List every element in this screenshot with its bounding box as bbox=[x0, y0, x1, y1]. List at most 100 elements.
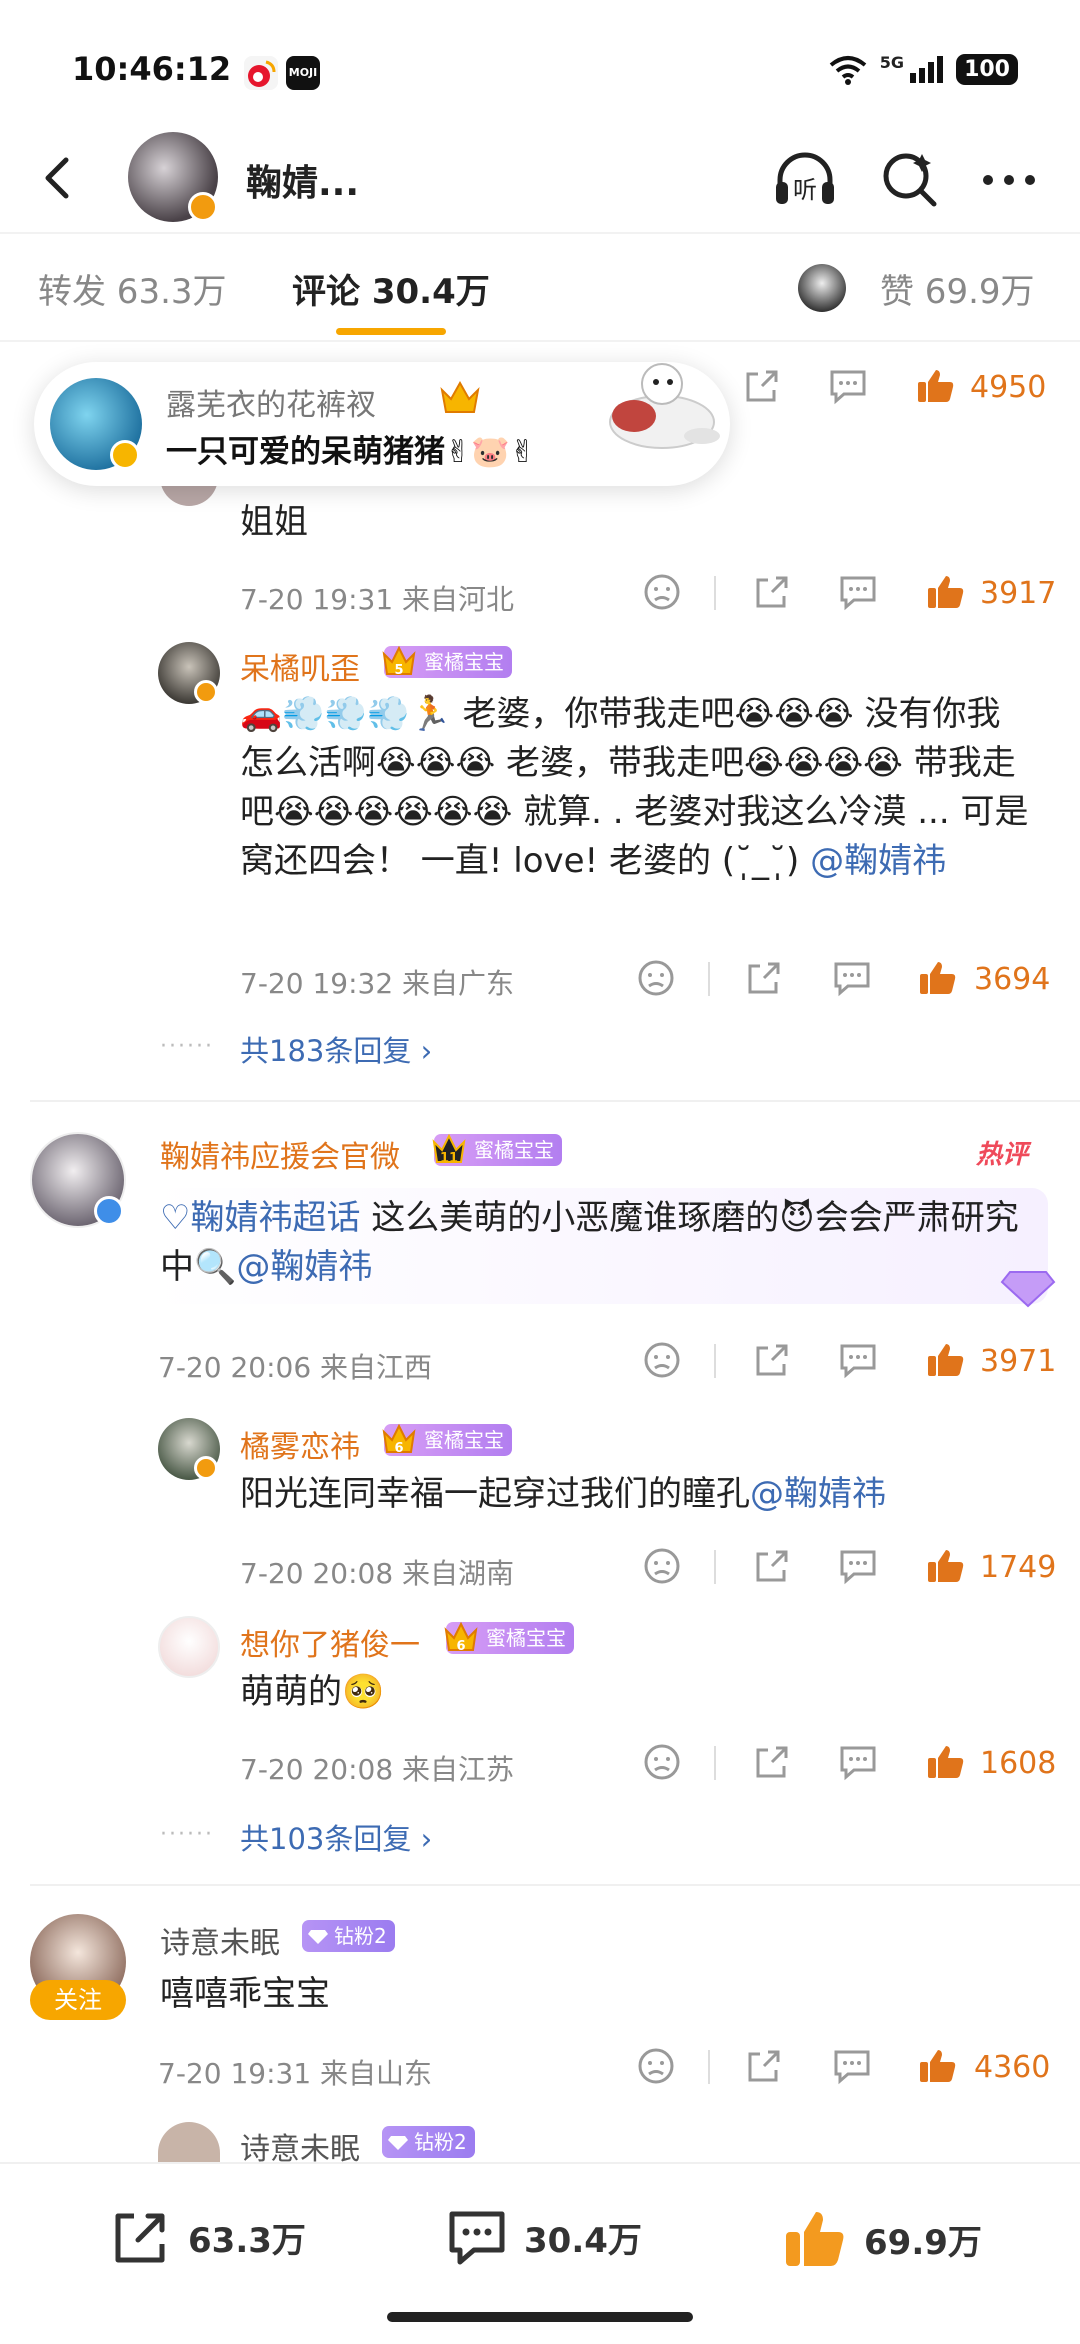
dislike-face-icon[interactable] bbox=[640, 570, 684, 614]
more-button[interactable] bbox=[974, 144, 1044, 214]
comment-actions: 1749 bbox=[640, 1544, 1060, 1594]
comment-time-location: 7-20 19:31 来自河北 bbox=[240, 583, 515, 616]
comment-time-location: 7-20 20:08 来自湖南 bbox=[240, 1557, 515, 1590]
wifi-icon bbox=[829, 55, 867, 85]
svg-text:6: 6 bbox=[394, 1441, 403, 1456]
comment-icon[interactable] bbox=[836, 1740, 880, 1784]
divider bbox=[708, 962, 710, 996]
share-icon[interactable] bbox=[750, 570, 794, 614]
divider bbox=[714, 1746, 716, 1780]
verified-badge-icon bbox=[194, 1456, 218, 1480]
dislike-face-icon[interactable] bbox=[640, 1740, 684, 1784]
like-icon[interactable] bbox=[924, 570, 968, 614]
share-icon[interactable] bbox=[742, 956, 786, 1000]
tab-likes[interactable]: 赞 69.9万 bbox=[880, 264, 1035, 313]
commenter-avatar[interactable] bbox=[158, 1616, 220, 1678]
crown-icon: 5 bbox=[382, 645, 416, 678]
fan-badge: 6 蜜橘宝宝 bbox=[382, 1423, 512, 1456]
crown-icon bbox=[440, 380, 480, 413]
like-count: 69.9万 bbox=[864, 2222, 982, 2263]
commenter-name[interactable]: 鞠婧祎应援会官微 bbox=[160, 1132, 400, 1176]
more-dots-icon bbox=[983, 175, 1035, 185]
fan-badge: 5 蜜橘宝宝 bbox=[382, 645, 512, 678]
comment-icon[interactable] bbox=[830, 956, 874, 1000]
search-button[interactable] bbox=[874, 144, 944, 214]
like-icon[interactable] bbox=[924, 1338, 968, 1382]
like-icon[interactable] bbox=[916, 2044, 960, 2088]
comment-actions: 3694 bbox=[634, 956, 1064, 1006]
listen-button[interactable]: 听 bbox=[770, 144, 840, 214]
dislike-face-icon[interactable] bbox=[640, 1338, 684, 1382]
dislike-face-icon[interactable] bbox=[640, 1544, 684, 1588]
crown-icon: 6 bbox=[444, 1621, 478, 1654]
crown-icon: 11 bbox=[432, 1133, 466, 1166]
fan-badge-label: 蜜橘宝宝 bbox=[424, 1428, 504, 1452]
comment-button[interactable]: 30.4万 bbox=[444, 2204, 642, 2270]
commenter-name[interactable]: 呆橘叽歪 bbox=[240, 644, 360, 688]
like-icon[interactable] bbox=[916, 956, 960, 1000]
active-tab-indicator bbox=[336, 328, 446, 335]
comment-icon[interactable] bbox=[830, 2044, 874, 2088]
share-icon[interactable] bbox=[750, 1544, 794, 1588]
mention-link[interactable]: @鞠婧祎 bbox=[236, 1247, 372, 1287]
tab-bar: 转发 63.3万 评论 30.4万 赞 69.9万 bbox=[0, 232, 1080, 342]
mention-link[interactable]: @鞠婧祎 bbox=[810, 841, 946, 881]
commenter-name[interactable]: 橘雾恋祎 bbox=[240, 1422, 360, 1466]
comment-actions: 4950 bbox=[740, 364, 1060, 414]
like-count: 4360 bbox=[974, 2050, 1051, 2085]
comment-actions: 3917 bbox=[640, 570, 1060, 620]
dislike-face-icon[interactable] bbox=[634, 2044, 678, 2088]
comment-icon[interactable] bbox=[836, 1338, 880, 1382]
comment-text: 阳光连同幸福一起穿过我们的瞳孔@鞠婧祎 bbox=[240, 1470, 1040, 1519]
chevron-left-icon bbox=[45, 157, 69, 199]
comment-count: 30.4万 bbox=[524, 2220, 642, 2261]
more-replies-link[interactable]: 共103条回复 › bbox=[240, 1816, 432, 1858]
comment-actions: 1608 bbox=[640, 1740, 1060, 1790]
commenter-name[interactable]: 想你了猪俊一 bbox=[240, 1620, 420, 1664]
status-time: 10:46:12 bbox=[72, 50, 232, 88]
signal-icon bbox=[910, 55, 944, 83]
follow-button[interactable]: 关注 bbox=[30, 1980, 126, 2020]
reply-dots: ······ bbox=[160, 1034, 214, 1059]
comment-body: 阳光连同幸福一起穿过我们的瞳孔 bbox=[240, 1474, 750, 1514]
diamond-fan-badge: 钻粉2 bbox=[382, 2126, 475, 2158]
comment-icon[interactable] bbox=[826, 364, 870, 408]
mention-link[interactable]: @鞠婧祎 bbox=[750, 1474, 886, 1514]
commenter-avatar[interactable] bbox=[158, 2122, 220, 2162]
share-icon[interactable] bbox=[750, 1740, 794, 1784]
network-label: 5G bbox=[879, 53, 905, 72]
verified-badge-icon bbox=[194, 680, 218, 704]
page-title[interactable]: 鞠婧... bbox=[246, 154, 359, 206]
comment-icon[interactable] bbox=[836, 570, 880, 614]
more-replies-link[interactable]: 共183条回复 › bbox=[240, 1028, 432, 1070]
like-icon[interactable] bbox=[914, 364, 958, 408]
header: 鞠婧... 听 bbox=[0, 130, 1080, 230]
share-icon[interactable] bbox=[742, 2044, 786, 2088]
svg-text:听: 听 bbox=[793, 176, 817, 204]
comment-actions: 3971 bbox=[640, 1338, 1060, 1388]
dislike-face-icon[interactable] bbox=[634, 956, 678, 1000]
tab-repost[interactable]: 转发 63.3万 bbox=[38, 264, 227, 313]
like-button[interactable]: 69.9万 bbox=[780, 2204, 982, 2274]
back-button[interactable] bbox=[30, 148, 90, 208]
diamond-fan-badge: 钻粉2 bbox=[302, 1920, 395, 1952]
like-icon bbox=[786, 2212, 844, 2266]
live-comment-toast[interactable]: 露芜衣的花裤衩 一只可爱的呆萌猪猪✌🐷✌ bbox=[34, 362, 730, 486]
battery-indicator: 100 bbox=[956, 54, 1018, 85]
diamond-icon bbox=[1000, 1271, 1056, 1308]
verified-badge-icon bbox=[94, 1196, 124, 1226]
like-icon[interactable] bbox=[924, 1740, 968, 1784]
comment-icon[interactable] bbox=[836, 1544, 880, 1588]
comment-time-location: 7-20 20:08 来自江苏 bbox=[240, 1753, 515, 1786]
commenter-name[interactable]: 诗意未眠 bbox=[160, 1918, 280, 1962]
moji-app-icon: MOJI bbox=[286, 56, 320, 90]
toast-text: 一只可爱的呆萌猪猪✌🐷✌ bbox=[166, 434, 536, 470]
diamond-fan-label: 钻粉2 bbox=[414, 2130, 467, 2154]
topic-link[interactable]: ♡鞠婧祎超话 bbox=[160, 1198, 360, 1238]
verified-badge-icon bbox=[110, 440, 140, 470]
share-icon[interactable] bbox=[750, 1338, 794, 1382]
share-icon[interactable] bbox=[740, 364, 784, 408]
like-icon[interactable] bbox=[924, 1544, 968, 1588]
tab-comments[interactable]: 评论 30.4万 bbox=[292, 264, 490, 313]
repost-button[interactable]: 63.3万 bbox=[108, 2204, 306, 2270]
